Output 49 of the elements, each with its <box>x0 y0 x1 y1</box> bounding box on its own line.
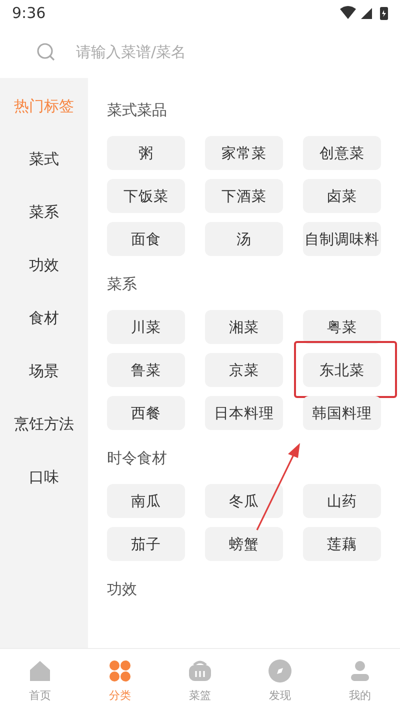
person-icon <box>348 659 372 683</box>
tag-chip[interactable]: 冬瓜 <box>205 484 283 518</box>
tag-chip[interactable]: 南瓜 <box>107 484 185 518</box>
basket-icon <box>188 659 212 683</box>
tag-chip[interactable]: 下饭菜 <box>107 179 185 213</box>
tag-chip[interactable]: 创意菜 <box>303 136 381 170</box>
tag-chip[interactable]: 粤菜 <box>303 310 381 344</box>
sidebar-item[interactable]: 菜式 <box>0 133 88 186</box>
status-icons <box>338 5 390 21</box>
section-title: 菜系 <box>107 274 138 294</box>
category-icon <box>108 659 132 683</box>
tag-chip[interactable]: 鲁菜 <box>107 353 185 387</box>
tag-chip[interactable]: 家常菜 <box>205 136 283 170</box>
tag-chip[interactable]: 粥 <box>107 136 185 170</box>
sidebar-item[interactable]: 口味 <box>0 451 88 504</box>
tag-chip[interactable]: 日本料理 <box>205 396 283 430</box>
section-title: 时令食材 <box>107 448 168 468</box>
compass-icon <box>268 659 292 683</box>
sidebar-item[interactable]: 功效 <box>0 239 88 292</box>
tag-chip[interactable]: 京菜 <box>205 353 283 387</box>
search-icon <box>36 42 56 62</box>
sidebar-item[interactable]: 食材 <box>0 292 88 345</box>
tag-chip[interactable]: 川菜 <box>107 310 185 344</box>
tag-chip[interactable]: 东北菜 <box>303 353 381 387</box>
tag-chip[interactable]: 茄子 <box>107 527 185 561</box>
status-time: 9:36 <box>12 4 46 22</box>
tag-chip[interactable]: 汤 <box>205 222 283 256</box>
nav-label: 分类 <box>109 688 131 703</box>
tag-chip[interactable]: 下酒菜 <box>205 179 283 213</box>
tag-chip[interactable]: 西餐 <box>107 396 185 430</box>
section-title: 菜式菜品 <box>107 100 168 120</box>
sidebar-item[interactable]: 烹饪方法 <box>0 398 88 451</box>
search-field[interactable]: 请输入菜谱/菜名 <box>74 42 338 62</box>
section-title: 功效 <box>107 578 138 600</box>
nav-label: 我的 <box>349 688 371 703</box>
sidebar-item[interactable]: 菜系 <box>0 186 88 239</box>
tag-chip[interactable]: 自制调味料 <box>303 222 381 256</box>
sidebar-item[interactable]: 场景 <box>0 345 88 398</box>
home-icon <box>28 659 52 683</box>
tag-chip[interactable]: 莲藕 <box>303 527 381 561</box>
tag-chip[interactable]: 螃蟹 <box>205 527 283 561</box>
tag-chip[interactable]: 韩国料理 <box>303 396 381 430</box>
nav-label: 首页 <box>29 688 51 703</box>
nav-label: 菜篮 <box>189 688 211 703</box>
tag-chip[interactable]: 湘菜 <box>205 310 283 344</box>
tag-chip[interactable]: 面食 <box>107 222 185 256</box>
tag-chip[interactable]: 山药 <box>303 484 381 518</box>
nav-label: 发现 <box>269 688 291 703</box>
tag-chip[interactable]: 卤菜 <box>303 179 381 213</box>
